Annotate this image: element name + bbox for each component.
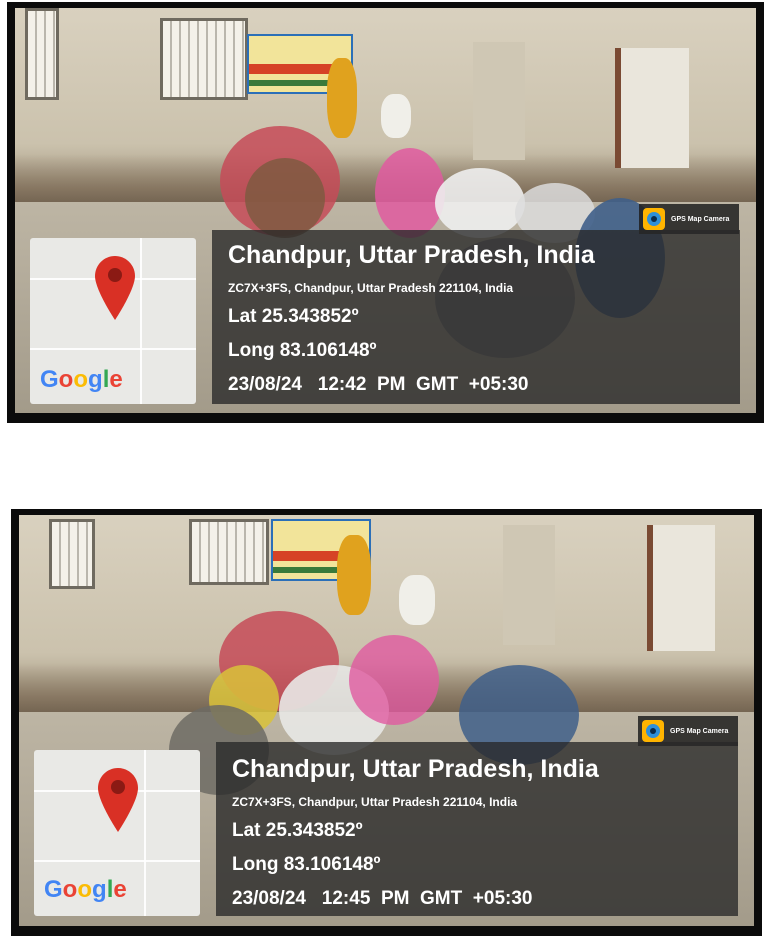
latitude-text: Lat 25.343852º xyxy=(228,306,359,327)
google-logo: Google xyxy=(44,876,127,903)
doorway xyxy=(647,525,715,651)
geotagged-photo-1: GPS Map Camera Google Chandpur, Uttar Pr… xyxy=(7,2,764,423)
camera-app-icon xyxy=(642,720,664,742)
location-info-panel: Chandpur, Uttar Pradesh, India ZC7X+3FS,… xyxy=(216,742,738,916)
geotagged-photo-2: GPS Map Camera Google Chandpur, Uttar Pr… xyxy=(11,509,762,936)
latitude-text: Lat 25.343852º xyxy=(232,820,363,841)
window xyxy=(25,8,59,100)
doorway xyxy=(615,48,689,168)
datetime-text: 23/08/24 12:45 PM GMT +05:30 xyxy=(232,888,533,909)
badge-label: GPS Map Camera xyxy=(670,727,729,735)
window xyxy=(49,519,95,589)
window xyxy=(189,519,269,585)
map-pin-icon xyxy=(95,256,135,320)
map-pin-icon xyxy=(98,768,138,832)
map-thumbnail: Google xyxy=(30,238,196,404)
location-info-panel: Chandpur, Uttar Pradesh, India ZC7X+3FS,… xyxy=(212,230,740,404)
longitude-text: Long 83.106148º xyxy=(228,340,377,361)
address-text: ZC7X+3FS, Chandpur, Uttar Pradesh 221104… xyxy=(232,795,518,809)
map-thumbnail: Google xyxy=(34,750,200,916)
window xyxy=(160,18,248,100)
address-text: ZC7X+3FS, Chandpur, Uttar Pradesh 221104… xyxy=(228,281,514,295)
camera-app-icon xyxy=(643,208,665,230)
location-title: Chandpur, Uttar Pradesh, India xyxy=(232,755,599,783)
google-logo: Google xyxy=(40,366,123,393)
location-title: Chandpur, Uttar Pradesh, India xyxy=(228,241,595,269)
datetime-text: 23/08/24 12:42 PM GMT +05:30 xyxy=(228,374,529,395)
badge-label: GPS Map Camera xyxy=(671,215,730,223)
longitude-text: Long 83.106148º xyxy=(232,854,381,875)
